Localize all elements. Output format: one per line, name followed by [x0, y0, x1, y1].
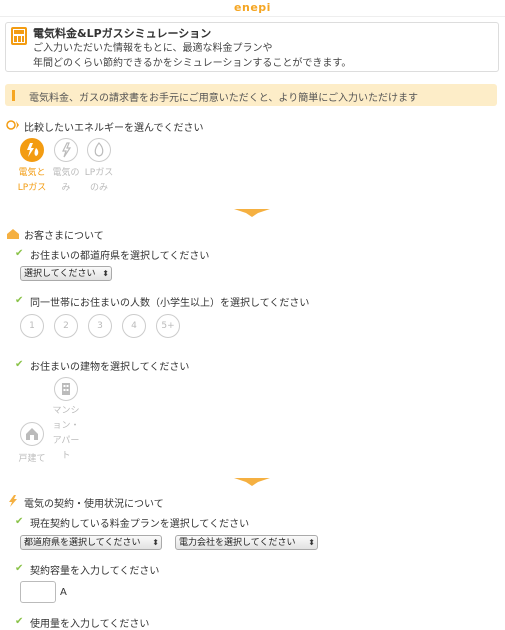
mansion-option-label[interactable]: マンシ ョン・ アパート	[46, 404, 86, 464]
question-prefecture: お住まいの都道府県を選択してください	[30, 251, 210, 262]
house-option-label[interactable]: 戸建て	[12, 452, 52, 467]
capacity-unit: A	[60, 587, 67, 598]
check-icon: ✔	[15, 295, 24, 306]
check-icon: ✔	[15, 563, 24, 574]
capacity-input[interactable]	[20, 581, 56, 603]
lightning-icon	[62, 142, 72, 158]
intro-line-2: 年間どのくらい節約できるかをシミュレーションすることができます。	[33, 58, 352, 69]
check-icon: ✔	[15, 516, 24, 527]
option-electric-only[interactable]	[54, 138, 78, 162]
electric-gas-icon	[27, 143, 39, 157]
question-building: お住まいの建物を選択してください	[30, 362, 190, 373]
customer-section-title: お客さまについて	[24, 231, 104, 242]
notice-banner: 電気料金、ガスの請求書をお手元にご用意いただくと、より簡単にご入力いただけます	[5, 84, 497, 106]
option-lpgas-only-label[interactable]: LPガス のみ	[79, 166, 119, 196]
electric-section-title: 電気の契約・使用状況について	[24, 499, 164, 510]
option-lpgas-only[interactable]	[87, 138, 111, 162]
prefecture-select[interactable]: 選択してください	[20, 266, 112, 281]
calculator-icon	[11, 27, 27, 45]
question-plan: 現在契約している料金プランを選択してください	[30, 519, 250, 530]
intro-description: ご入力いただいた情報をもとに、最適な料金プランや 年間どのくらい節約できるかをシ…	[33, 41, 351, 71]
lightning-icon	[9, 495, 17, 507]
house-icon	[7, 229, 19, 239]
people-4-button[interactable]: 4	[122, 314, 146, 338]
check-icon: ✔	[15, 248, 24, 259]
people-1-button[interactable]: 1	[20, 314, 44, 338]
energy-section-title: 比較したいエネルギーを選んでください	[24, 123, 204, 134]
intro-line-1: ご入力いただいた情報をもとに、最適な料金プランや	[33, 43, 273, 54]
people-3-button[interactable]: 3	[88, 314, 112, 338]
question-capacity: 契約容量を入力してください	[30, 566, 160, 577]
building-icon	[62, 383, 70, 395]
bulb-flame-icon	[6, 120, 19, 130]
check-icon: ✔	[15, 359, 24, 370]
electric-prefecture-select[interactable]: 都道府県を選択してください	[20, 535, 162, 550]
people-5plus-button[interactable]: 5+	[156, 314, 180, 338]
check-icon: ✔	[15, 616, 24, 627]
intro-box: 電気料金&LPガスシミュレーション ご入力いただいた情報をもとに、最適な料金プラ…	[5, 22, 499, 72]
question-household-size: 同一世帯にお住まいの人数（小学生以上）を選択してください	[30, 298, 310, 309]
down-arrow-divider-icon	[234, 478, 270, 486]
house-icon	[26, 428, 38, 440]
people-2-button[interactable]: 2	[54, 314, 78, 338]
mansion-option[interactable]	[54, 377, 78, 401]
option-electric-lpgas[interactable]	[20, 138, 44, 162]
house-option[interactable]	[20, 422, 44, 446]
exclamation-icon	[12, 90, 15, 101]
flame-icon	[94, 142, 104, 157]
power-company-select[interactable]: 電力会社を選択してください	[175, 535, 318, 550]
intro-title: 電気料金&LPガスシミュレーション	[33, 27, 212, 40]
enepi-logo: enepi	[234, 1, 271, 14]
down-arrow-divider-icon	[234, 209, 270, 217]
notice-text: 電気料金、ガスの請求書をお手元にご用意いただくと、より簡単にご入力いただけます	[29, 93, 418, 104]
header-logo-bar: enepi	[0, 0, 505, 17]
question-usage: 使用量を入力してください	[30, 619, 150, 630]
